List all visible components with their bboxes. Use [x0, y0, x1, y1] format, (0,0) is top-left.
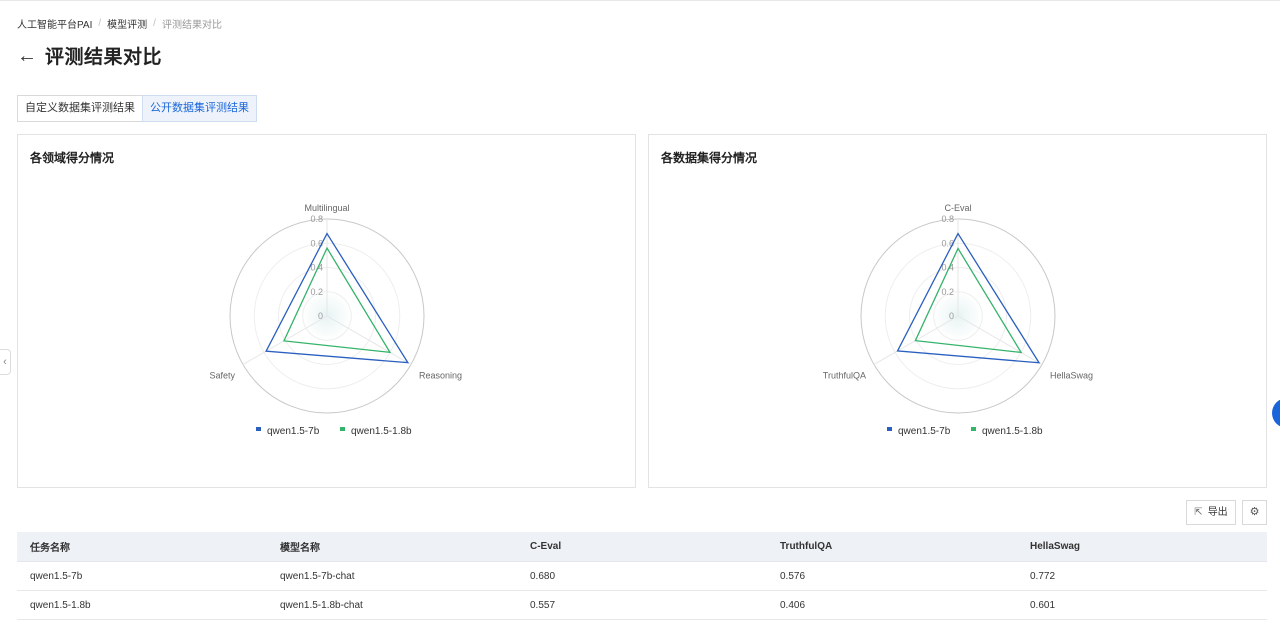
legend-label: qwen1.5-1.8b	[351, 426, 412, 437]
column-header: HellaSwag	[1030, 541, 1081, 552]
breadcrumb-separator: /	[98, 18, 102, 29]
results-table: 任务名称 模型名称 C-Eval TruthfulQA HellaSwag qw…	[17, 532, 1267, 620]
radar-axis-label: Multilingual	[304, 203, 349, 213]
legend-swatch	[256, 427, 261, 431]
breadcrumb-item[interactable]: 模型评测	[107, 16, 147, 31]
back-arrow-icon[interactable]: ←	[17, 45, 37, 67]
breadcrumb-item[interactable]: 人工智能平台PAI	[17, 16, 92, 31]
tab-custom-dataset[interactable]: 自定义数据集评测结果	[17, 95, 143, 122]
column-header: 模型名称	[280, 543, 320, 554]
radar-axis-label: HellaSwag	[1050, 371, 1093, 381]
radar-axis-label: Safety	[209, 371, 235, 381]
top-divider	[0, 0, 1280, 1]
radar-axis-label: TruthfulQA	[823, 371, 866, 381]
export-label: 导出	[1207, 507, 1228, 518]
table-cell: 0.557	[530, 599, 556, 611]
page-title: 评测结果对比	[45, 47, 163, 68]
table-cell: 0.772	[1030, 570, 1056, 582]
radar-tick-label: 0	[949, 311, 954, 321]
table-cell: 0.406	[780, 599, 806, 611]
table-cell: qwen1.5-7b-chat	[280, 570, 355, 582]
radar-spoke	[242, 315, 328, 365]
floating-help-button[interactable]	[1272, 398, 1280, 428]
breadcrumb-separator: /	[153, 18, 156, 29]
domain-score-card: 各领域得分情况 0 0.2 0.4 0.6 0.8 Multilingual Reasoni…	[17, 134, 636, 488]
radar-tick-label: 0.8	[941, 214, 954, 224]
table-cell: 0.576	[780, 570, 806, 582]
legend-swatch	[887, 427, 892, 431]
radar-tick-label: 0.8	[310, 214, 323, 224]
export-button[interactable]: ⇱ 导出	[1186, 500, 1236, 525]
result-tabs: 自定义数据集评测结果 公开数据集评测结果	[17, 95, 257, 122]
table-cell: qwen1.5-1.8b-chat	[280, 599, 363, 611]
radar-chart-dataset: 00.20.40.60.8C-EvalHellaSwagTruthfulQAqw…	[823, 203, 1093, 437]
column-header: C-Eval	[530, 541, 562, 552]
breadcrumb-current: 评测结果对比	[161, 20, 222, 31]
legend-label: qwen1.5-7b	[267, 426, 320, 437]
column-header: 任务名称	[30, 543, 70, 554]
radar-tick-label: 0.2	[310, 287, 323, 297]
breadcrumb: 人工智能平台PAI / 模型评测 / 评测结果对比	[17, 16, 222, 31]
collapse-handle-chevron-left-icon[interactable]: ‹	[0, 349, 11, 375]
table-row: qwen1.5-1.8b qwen1.5-1.8b-chat 0.557 0.4…	[17, 591, 1267, 620]
table-cell: qwen1.5-1.8b	[30, 599, 91, 611]
radar-tick-label: 0.6	[310, 238, 323, 248]
export-icon: ⇱	[1194, 507, 1203, 518]
legend-label: qwen1.5-1.8b	[982, 426, 1043, 437]
table-header: 任务名称 模型名称 C-Eval TruthfulQA HellaSwag	[17, 532, 1267, 562]
title-row: ← 评测结果对比	[17, 42, 162, 69]
gear-icon: ⚙	[1249, 506, 1260, 518]
radar-tick-label: 0.2	[941, 287, 954, 297]
radar-tick-label: 0.6	[941, 238, 954, 248]
radar-chart-domain: 00.20.40.60.8MultilingualReasoningSafety…	[209, 203, 462, 437]
table-row: qwen1.5-7b qwen1.5-7b-chat 0.680 0.576 0…	[17, 562, 1267, 591]
tab-public-dataset[interactable]: 公开数据集评测结果	[142, 95, 257, 122]
table-cell: qwen1.5-7b	[30, 570, 83, 582]
radar-tick-label: 0	[318, 311, 323, 321]
legend-swatch	[340, 427, 345, 431]
radar-axis-label: Reasoning	[419, 371, 462, 381]
legend-swatch	[971, 427, 976, 431]
legend-label: qwen1.5-7b	[898, 426, 951, 437]
dataset-score-card: 各数据集得分情况 0 0.2 0.4 0.6 0.8 C-Eval HellaSwag Tru…	[648, 134, 1267, 488]
column-header: TruthfulQA	[780, 541, 833, 552]
table-cell: 0.601	[1030, 599, 1056, 611]
radar-axis-label: C-Eval	[944, 203, 971, 213]
settings-button[interactable]: ⚙	[1242, 500, 1267, 525]
table-cell: 0.680	[530, 570, 556, 582]
